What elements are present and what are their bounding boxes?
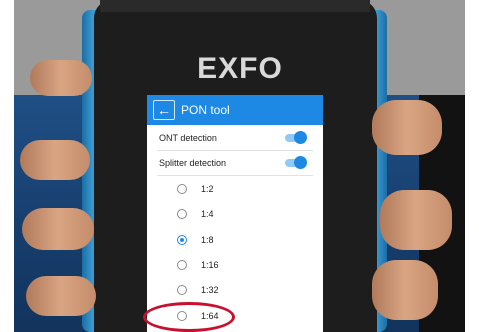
page-title: PON tool xyxy=(181,103,230,117)
brand-logo: EXFO xyxy=(197,52,283,85)
ont-detection-row[interactable]: ONT detection xyxy=(147,126,323,150)
switch-knob xyxy=(294,131,307,144)
radio-button[interactable] xyxy=(177,184,187,194)
ont-detection-switch[interactable] xyxy=(285,131,307,144)
finger xyxy=(22,208,94,250)
splitter-option-1-2[interactable]: 1:2 xyxy=(147,177,323,201)
finger xyxy=(26,276,96,316)
palm-lower xyxy=(372,260,438,320)
highlight-ring xyxy=(143,302,235,332)
toggle-label: ONT detection xyxy=(159,133,217,143)
left-hand xyxy=(20,40,110,332)
splitter-option-1-4[interactable]: 1:4 xyxy=(147,202,323,226)
radio-button[interactable] xyxy=(177,285,187,295)
finger xyxy=(30,60,92,96)
option-label: 1:8 xyxy=(201,235,214,245)
image-margin-left xyxy=(0,0,14,332)
radio-button[interactable] xyxy=(177,260,187,270)
splitter-option-1-32[interactable]: 1:32 xyxy=(147,278,323,302)
thumb xyxy=(372,100,442,155)
switch-knob xyxy=(294,156,307,169)
splitter-option-1-16[interactable]: 1:16 xyxy=(147,253,323,277)
device-screen: ← PON tool ONT detection Splitter detect… xyxy=(147,95,323,332)
option-label: 1:4 xyxy=(201,209,214,219)
option-label: 1:2 xyxy=(201,184,214,194)
option-label: 1:32 xyxy=(201,285,219,295)
image-margin-right xyxy=(465,0,479,332)
option-label: 1:16 xyxy=(201,260,219,270)
splitter-detection-row[interactable]: Splitter detection xyxy=(147,151,323,175)
photo-scene: EXFO ← PON tool ONT detection Splitter d… xyxy=(0,0,479,332)
splitter-option-1-8[interactable]: 1:8 xyxy=(147,228,323,252)
app-header: ← PON tool xyxy=(147,95,323,125)
palm xyxy=(380,190,452,250)
radio-button[interactable] xyxy=(177,209,187,219)
radio-button-selected[interactable] xyxy=(177,235,187,245)
finger xyxy=(20,140,90,180)
arrow-left-icon[interactable]: ← xyxy=(153,100,175,120)
right-hand xyxy=(372,70,472,332)
divider xyxy=(157,175,313,176)
device-top-edge xyxy=(100,0,370,12)
toggle-label: Splitter detection xyxy=(159,158,227,168)
splitter-detection-switch[interactable] xyxy=(285,156,307,169)
